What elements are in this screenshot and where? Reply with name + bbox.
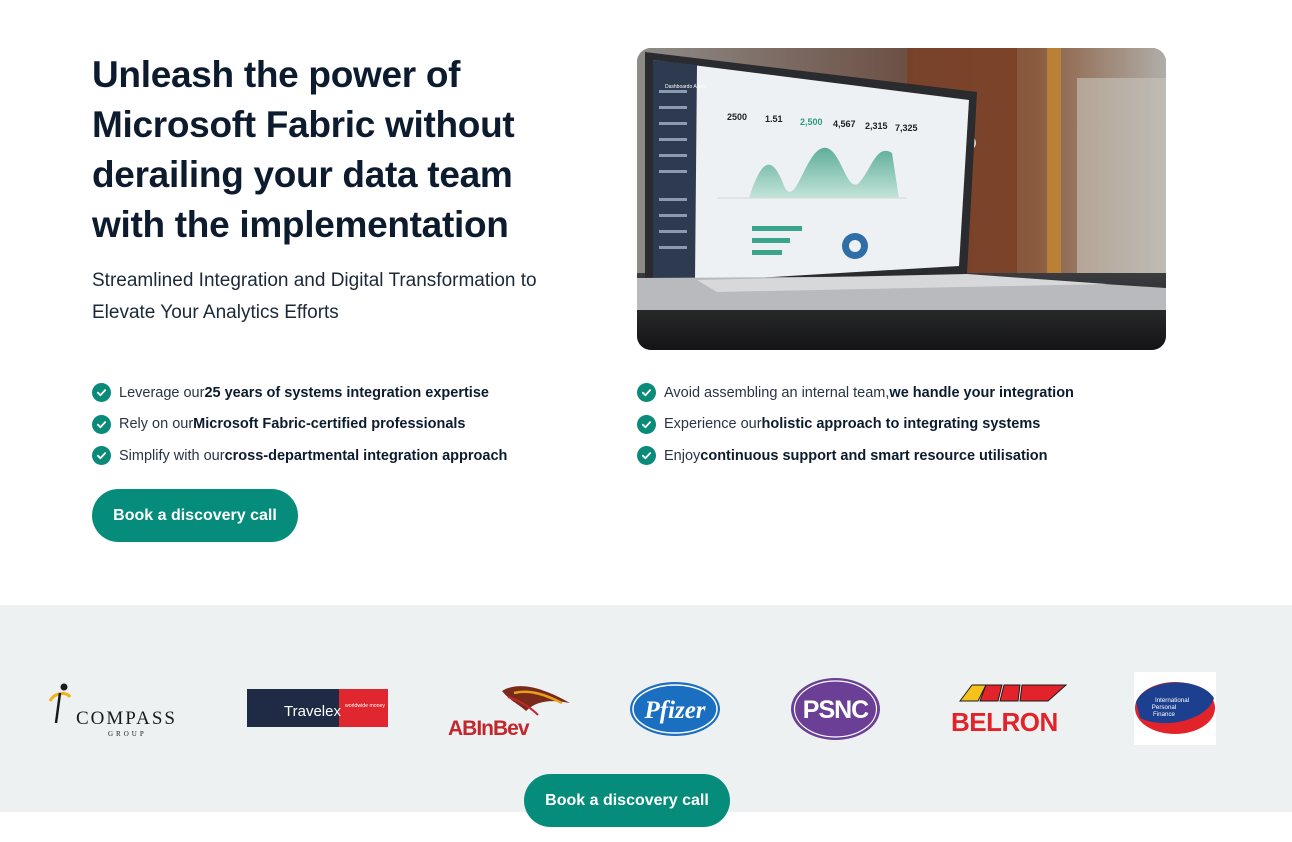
- benefit-bold: holistic approach to integrating systems: [761, 416, 1041, 433]
- list-item: Rely on our ​Microsoft Fabric-certified …: [92, 409, 507, 441]
- ipf-logo: International Personal Finance: [1134, 672, 1216, 745]
- benefits-list-right: Avoid assembling an internal team, ​we h…: [637, 377, 1074, 472]
- benefit-bold: 25 years of systems integration expertis…: [204, 384, 489, 401]
- ipf-wordmark-1: International: [1155, 697, 1189, 704]
- check-circle-icon: [92, 383, 111, 403]
- check-circle-icon: [92, 446, 111, 466]
- belron-logo: BELRON: [948, 683, 1078, 735]
- stat-6: 7,325: [895, 123, 918, 133]
- hero-image: Dashboardo Agent 2500 1.51 2,500 4,567 2…: [637, 48, 1166, 350]
- benefit-bold: cross-departmental integration approach: [224, 447, 508, 464]
- stat-1: 2500: [727, 112, 747, 122]
- list-item: Avoid assembling an internal team, ​we h…: [637, 377, 1074, 409]
- benefit-text: Experience our: [664, 416, 762, 433]
- benefit-text: Avoid assembling an internal team,: [664, 384, 890, 401]
- dashboard-title: Dashboardo Agent: [665, 84, 707, 90]
- benefit-text: Enjoy: [664, 447, 701, 464]
- compass-wordmark: COMPASS: [76, 708, 177, 729]
- pfizer-logo: Pfizer: [629, 681, 721, 737]
- check-circle-icon: [637, 383, 656, 403]
- book-discovery-call-button-secondary[interactable]: Book a discovery call: [524, 774, 730, 827]
- page-subtitle: Streamlined Integration and Digital Tran…: [92, 270, 537, 323]
- psnc-logo: PSNC: [790, 677, 881, 741]
- check-circle-icon: [637, 446, 656, 466]
- benefit-bold: we handle your integration: [889, 384, 1074, 401]
- benefits-list-left: Leverage our ​25 years of systems integr…: [92, 377, 507, 472]
- benefit-text: Leverage our: [119, 384, 205, 401]
- list-item: Experience our ​holistic approach to int…: [637, 409, 1074, 441]
- stat-2: 1.51: [765, 114, 783, 124]
- hero-section: Unleash the power of Microsoft Fabric wi…: [0, 0, 1292, 605]
- travelex-wordmark: Travelex: [284, 703, 341, 720]
- abinbev-logo: ABInBev: [446, 677, 574, 739]
- travelex-tag: worldwide money: [345, 703, 385, 709]
- stat-5: 2,315: [865, 121, 888, 131]
- stat-3: 2,500: [800, 117, 823, 127]
- benefit-text: Simplify with our: [119, 447, 225, 464]
- abinbev-wordmark: ABInBev: [448, 717, 530, 739]
- list-item: Simplify with our ​cross-departmental in…: [92, 440, 507, 472]
- compass-group-logo: COMPASS GROUP: [44, 675, 190, 741]
- book-discovery-call-button[interactable]: Book a discovery call: [92, 489, 298, 542]
- ipf-wordmark-3: Finance: [1153, 711, 1176, 718]
- travelex-logo: Travelex worldwide money: [247, 689, 388, 727]
- pfizer-wordmark: Pfizer: [643, 697, 705, 724]
- page-title: Unleash the power of Microsoft Fabric wi…: [92, 54, 515, 245]
- list-item: Leverage our ​25 years of systems integr…: [92, 377, 507, 409]
- ipf-wordmark-2: Personal: [1152, 704, 1176, 711]
- check-circle-icon: [92, 414, 111, 434]
- benefit-bold: continuous support and smart resource ut…: [700, 447, 1048, 464]
- stat-4: 4,567: [833, 119, 856, 129]
- psnc-wordmark: PSNC: [803, 696, 869, 724]
- benefit-bold: Microsoft Fabric-certified professionals: [193, 416, 466, 433]
- list-item: Enjoy ​continuous support and smart reso…: [637, 440, 1074, 472]
- belron-wordmark: BELRON: [951, 707, 1058, 735]
- check-circle-icon: [637, 414, 656, 434]
- benefit-text: Rely on our: [119, 416, 194, 433]
- compass-sub: GROUP: [108, 730, 147, 738]
